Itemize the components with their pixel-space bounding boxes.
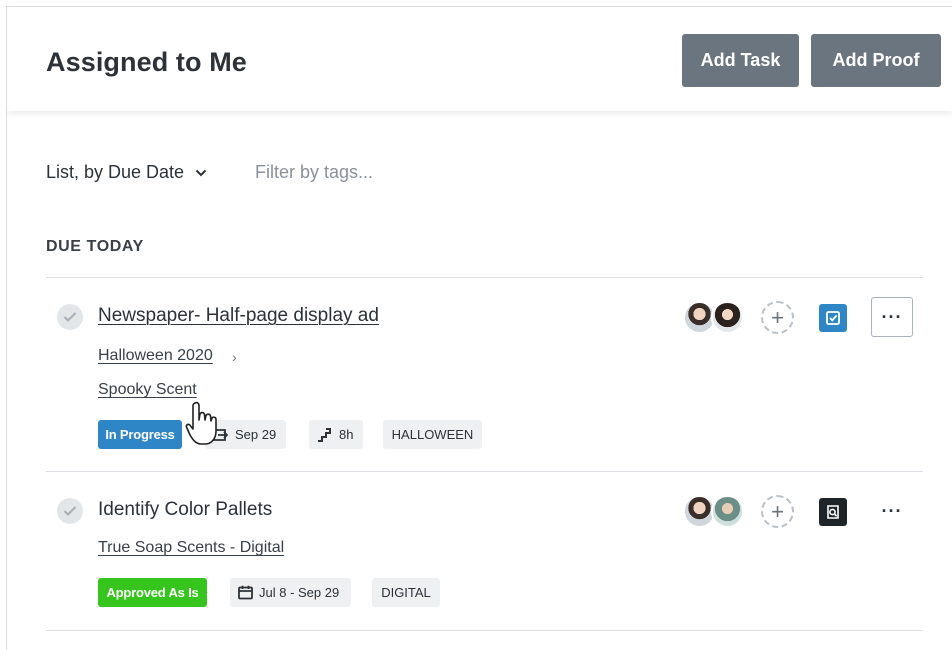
view-dropdown[interactable]: List, by Due Date	[46, 162, 208, 183]
task-title-link[interactable]: Newspaper- Half-page display ad	[98, 305, 379, 327]
task-checkbox-icon	[826, 311, 840, 325]
tag-filter-input[interactable]: Filter by tags...	[255, 162, 373, 183]
task-title[interactable]: Identify Color Pallets	[98, 499, 272, 521]
avatar[interactable]	[711, 495, 744, 528]
add-proof-button[interactable]: Add Proof	[811, 34, 941, 87]
avatar[interactable]	[711, 301, 744, 334]
project-link[interactable]: True Soap Scents - Digital	[98, 539, 284, 557]
add-task-button[interactable]: Add Task	[682, 34, 799, 87]
status-badge[interactable]: In Progress	[98, 420, 182, 449]
complete-checkbox[interactable]	[57, 304, 83, 330]
calendar-icon	[238, 585, 253, 600]
more-options-button[interactable]: ···	[871, 491, 913, 531]
project-link[interactable]: Halloween 2020	[98, 347, 213, 365]
tag-chip[interactable]: DIGITAL	[372, 578, 440, 607]
breadcrumb-chevron-icon: ›	[232, 349, 237, 365]
check-icon	[63, 506, 77, 516]
effort-chip[interactable]: 8h	[309, 420, 363, 449]
effort-text: 8h	[339, 427, 354, 442]
stairs-icon	[318, 427, 331, 442]
page-header: Assigned to Me Add Task Add Proof	[7, 7, 952, 111]
divider	[46, 471, 923, 472]
ellipsis-icon: ···	[881, 306, 903, 327]
plus-icon: +	[771, 304, 784, 330]
subproject-link[interactable]: Spooky Scent	[98, 381, 197, 399]
ellipsis-icon: ···	[881, 500, 903, 521]
status-badge[interactable]: Approved As Is	[98, 578, 207, 607]
page-title: Assigned to Me	[46, 47, 247, 77]
chevron-down-icon	[195, 169, 207, 176]
complete-checkbox[interactable]	[57, 498, 83, 524]
proof-type-icon[interactable]	[819, 498, 847, 526]
task-type-icon[interactable]	[819, 304, 847, 332]
hand-cursor-icon	[185, 401, 217, 445]
proof-review-icon	[827, 505, 839, 519]
add-assignee-button[interactable]: +	[761, 495, 794, 528]
section-title: DUE TODAY	[46, 238, 144, 255]
check-icon	[63, 312, 77, 322]
divider	[46, 630, 923, 631]
view-dropdown-label: List, by Due Date	[46, 162, 185, 182]
due-date-text: Jul 8 - Sep 29	[259, 585, 340, 600]
more-options-button[interactable]: ···	[871, 297, 913, 337]
due-date-chip[interactable]: Jul 8 - Sep 29	[230, 578, 351, 607]
divider	[46, 277, 923, 278]
add-assignee-button[interactable]: +	[761, 301, 794, 334]
assigned-panel: Assigned to Me Add Task Add Proof List, …	[6, 6, 952, 650]
plus-icon: +	[771, 498, 784, 524]
due-date-text: Sep 29	[235, 427, 277, 442]
tag-chip[interactable]: HALLOWEEN	[383, 420, 482, 449]
